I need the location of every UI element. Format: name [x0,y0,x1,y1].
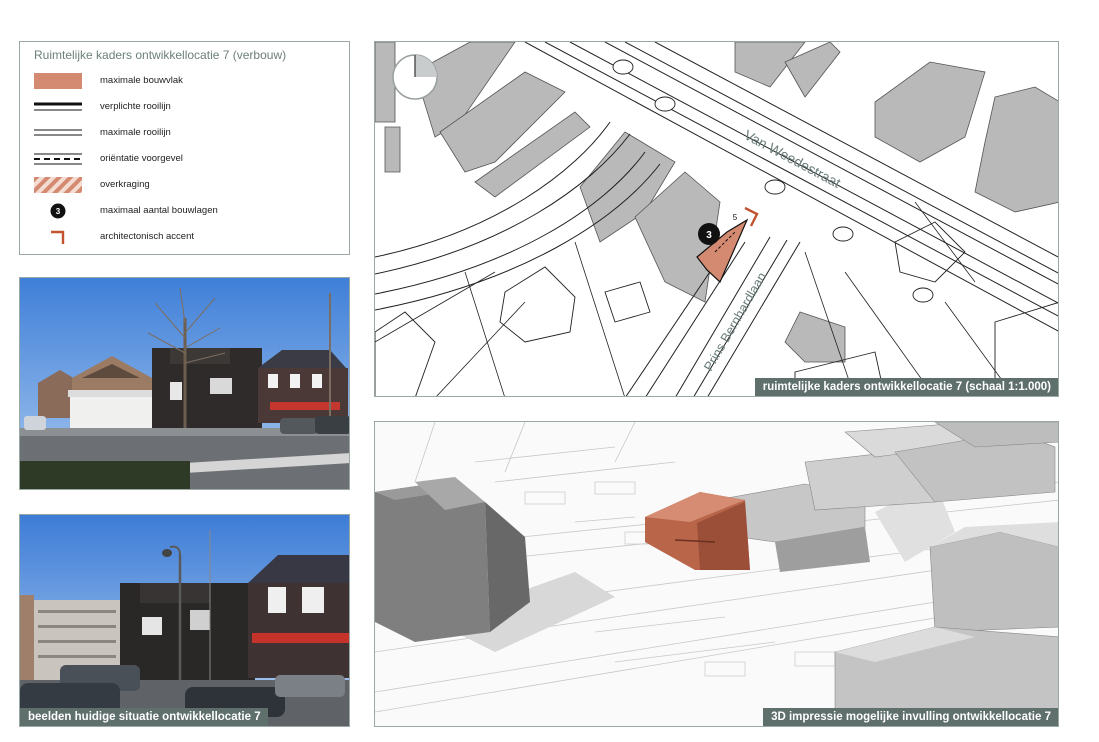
legend-label: maximale bouwvlak [100,75,183,86]
legend-label: overkraging [100,179,150,190]
legend-label: verplichte rooilijn [100,101,171,112]
map-small-label: 5 [733,213,738,222]
photos-caption: beelden huidige situatie ontwikkellocati… [20,708,268,726]
photo-current-situation-2: beelden huidige situatie ontwikkellocati… [19,514,350,727]
site-plan-map: 3 5 Van Weedestraat Prins Bernhardlaan r… [374,41,1059,397]
legend-title: Ruimtelijke kaders ontwikkellocatie 7 (v… [34,48,287,62]
legend-item-bouwlagen: 3 maximaal aantal bouwlagen [34,203,344,221]
legend-label: maximale rooilijn [100,127,171,138]
legend-item-verplichte-rooilijn: verplichte rooilijn [34,99,344,117]
legend-item-maximale-rooilijn: maximale rooilijn [34,125,344,143]
hatched-rect-icon [34,177,82,193]
legend-panel: Ruimtelijke kaders ontwikkellocatie 7 (v… [19,41,350,255]
legend-circle-number: 3 [56,207,61,216]
legend-label: oriëntatie voorgevel [100,153,183,164]
legend-item-orientatie-voorgevel: oriëntatie voorgevel [34,151,344,169]
north-arrow-icon [392,54,438,100]
legend-item-overkraging: overkraging [34,177,344,195]
legend-label: maximaal aantal bouwlagen [100,205,218,216]
legend-item-maximale-bouwvlak: maximale bouwvlak [34,73,344,91]
site-plan-drawing: 3 5 Van Weedestraat Prins Bernhardlaan [375,42,1058,396]
legend-item-architectonisch-accent: architectonisch accent [34,229,344,247]
map-layer-count: 3 [706,230,712,241]
3d-impression-drawing [375,422,1058,726]
black-circle-icon: 3 [50,203,66,219]
street-photo-1 [20,278,349,489]
3d-impression: 3D impressie mogelijke invulling ontwikk… [374,421,1059,727]
thin-double-line-icon [34,129,82,136]
photo-current-situation-1 [19,277,350,490]
street-photo-2 [20,515,349,726]
legend-label: architectonisch accent [100,231,194,242]
filled-rect-icon [34,73,82,89]
corner-mark-icon [51,230,65,244]
map-caption: ruimtelijke kaders ontwikkellocatie 7 (s… [754,378,1058,396]
3d-caption: 3D impressie mogelijke invulling ontwikk… [763,708,1058,726]
dashed-line-icon [34,153,82,165]
thick-double-line-icon [34,102,82,111]
